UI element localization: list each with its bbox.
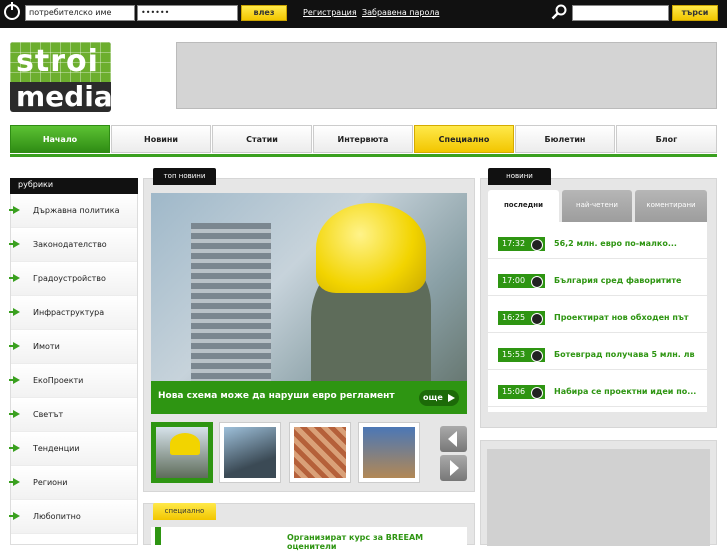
news-item[interactable]: 16:25 Проектират нов обходен път на Русе [488, 296, 707, 333]
nav-tab-news[interactable]: Новини [111, 125, 211, 153]
arrow-right-icon [9, 512, 20, 520]
nav-tab-blog[interactable]: Блог [616, 125, 717, 153]
password-input[interactable]: •••••• [137, 5, 238, 21]
news-title[interactable]: България сред фаворитите за... [554, 275, 700, 289]
news-title[interactable]: Ботевград получава 5 млн. лв по ОП... [554, 349, 700, 363]
news-list: 17:32 56,2 млн. евро по-малко... 17:00 Бъл… [488, 222, 707, 412]
hard-hat-image [316, 203, 426, 293]
arrow-right-icon [9, 376, 20, 384]
nav-tab-bulletin[interactable]: Бюлетин [515, 125, 615, 153]
rubric-label: Любопитно [33, 512, 81, 521]
news-thumbnail[interactable] [219, 422, 281, 483]
news-thumbnail[interactable] [289, 422, 351, 483]
special-tag: специално [153, 503, 216, 520]
news-item[interactable]: 15:06 Набира се проектни идеи по... [488, 370, 707, 407]
special-image [155, 527, 161, 545]
more-button[interactable]: още [419, 390, 459, 406]
news-title[interactable]: Набира се проектни идеи по... [554, 386, 700, 400]
news-time: 15:53 [498, 348, 545, 362]
top-news-tag: топ новини [153, 168, 216, 185]
thumbs-next-button[interactable] [440, 455, 467, 481]
rubrics-title: рубрики [10, 178, 138, 194]
news-thumbnail[interactable] [151, 422, 213, 483]
logo-line2: media [16, 80, 111, 112]
news-title[interactable]: Проектират нов обходен път на Русе [554, 312, 700, 326]
arrow-right-icon [9, 444, 20, 452]
news-time: 17:32 [498, 237, 545, 251]
rubric-label: Имоти [33, 342, 60, 351]
chevron-left-icon [448, 431, 457, 447]
rubric-item[interactable]: ЕкоПроекти [9, 364, 137, 398]
news-tag: новини [488, 168, 551, 185]
news-item[interactable]: 17:32 56,2 млн. евро по-малко... [488, 222, 707, 259]
special-headline[interactable]: Организират курс за BREEAM оценители [287, 533, 467, 551]
rubric-label: ЕкоПроекти [33, 376, 84, 385]
rubric-label: Светът [33, 410, 64, 419]
forgot-password-link[interactable]: Забравена парола [362, 8, 439, 17]
search-button[interactable]: търси [672, 5, 718, 21]
register-link[interactable]: Регистрация [303, 8, 357, 17]
top-news-hero[interactable]: Нова схема може да наруши евро регламент… [151, 193, 467, 414]
rubric-item[interactable]: Тенденции [9, 432, 137, 466]
username-input[interactable]: потребителско име [25, 5, 135, 21]
nav-tab-special[interactable]: Специално [414, 125, 514, 153]
thumbs-prev-button[interactable] [440, 426, 467, 452]
banner-area [487, 449, 710, 546]
rubric-label: Държавна политика [33, 206, 120, 215]
top-bar: потребителско име •••••• влез Регистраци… [0, 0, 727, 28]
site-logo[interactable]: stroi media [10, 42, 111, 112]
news-item[interactable]: 17:00 България сред фаворитите за... [488, 259, 707, 296]
rubric-item[interactable]: Градоустройство [9, 262, 137, 296]
rubric-item[interactable]: Законодателство [9, 228, 137, 262]
news-tab-latest[interactable]: последни [488, 190, 559, 222]
news-time: 16:25 [498, 311, 545, 325]
rubric-item[interactable]: Инфраструктура [9, 296, 137, 330]
rubric-item[interactable]: Държавна политика [9, 194, 137, 228]
arrow-right-icon [9, 478, 20, 486]
arrow-right-icon [9, 206, 20, 214]
search-icon[interactable] [551, 4, 567, 20]
news-tab-commented[interactable]: коментирани [635, 190, 707, 222]
rubric-label: Региони [33, 478, 68, 487]
logout-icon[interactable] [4, 2, 20, 20]
news-item[interactable]: 15:53 Ботевград получава 5 млн. лв по ОП.… [488, 333, 707, 370]
main-nav: Начало Новини Статии Интервюта Специално… [10, 125, 717, 157]
news-time: 17:00 [498, 274, 545, 288]
arrow-right-icon [9, 410, 20, 418]
rubric-item[interactable]: Региони [9, 466, 137, 500]
news-tab-most-read[interactable]: най-четени [562, 190, 632, 222]
rubrics-list: Държавна политика Законодателство Градоу… [9, 194, 138, 545]
right-banner-placeholder [480, 440, 717, 546]
rubric-item[interactable]: Имоти [9, 330, 137, 364]
nav-tab-interviews[interactable]: Интервюта [313, 125, 413, 153]
rubric-item[interactable]: Любопитно [9, 500, 137, 534]
chevron-right-icon [450, 460, 459, 476]
arrow-right-icon [9, 274, 20, 282]
arrow-right-icon [9, 308, 20, 316]
news-thumbnail[interactable] [358, 422, 420, 483]
rubric-item[interactable]: Светът [9, 398, 137, 432]
rubric-label: Тенденции [33, 444, 80, 453]
login-button[interactable]: влез [241, 5, 287, 21]
nav-tab-articles[interactable]: Статии [212, 125, 312, 153]
building-image [191, 223, 271, 383]
logo-line1: stroi [16, 44, 99, 79]
rubric-label: Законодателство [33, 240, 107, 249]
arrow-right-icon [9, 342, 20, 350]
header-banner-placeholder [176, 42, 717, 109]
search-input[interactable] [572, 5, 669, 21]
rubric-label: Градоустройство [33, 274, 106, 283]
news-title[interactable]: 56,2 млн. евро по-малко... [554, 238, 700, 252]
nav-tab-home[interactable]: Начало [10, 125, 110, 153]
arrow-right-icon [9, 240, 20, 248]
news-time: 15:06 [498, 385, 545, 399]
special-card[interactable]: Организират курс за BREEAM оценители [151, 527, 467, 551]
rubric-label: Инфраструктура [33, 308, 105, 317]
